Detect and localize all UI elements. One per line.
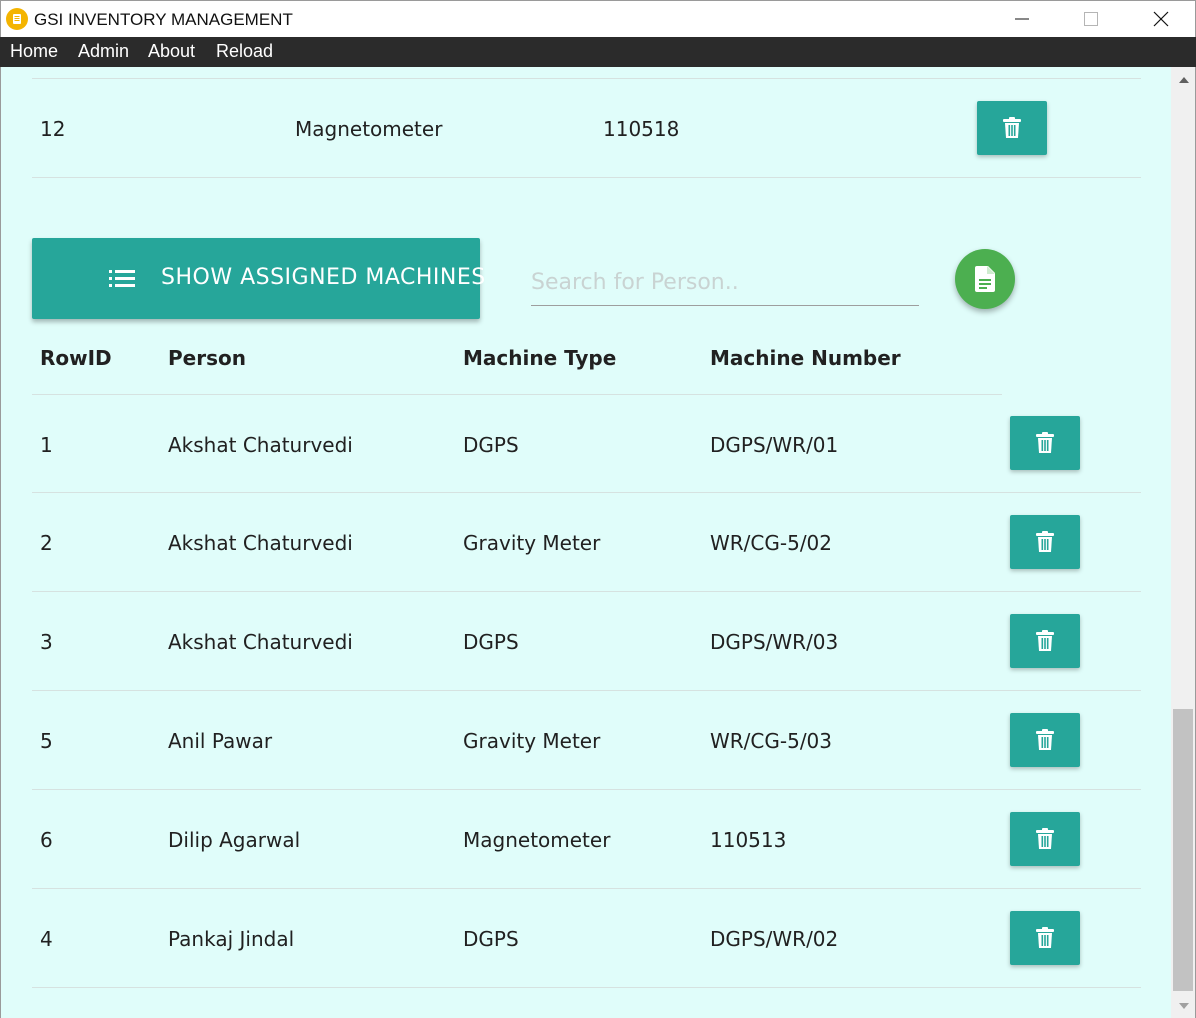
machine-row-type: Magnetometer — [295, 117, 443, 141]
close-button[interactable] — [1138, 1, 1184, 37]
row-id: 4 — [40, 927, 53, 951]
row-id: 1 — [40, 433, 53, 457]
delete-assignment-button[interactable] — [1010, 812, 1080, 866]
row-person: Akshat Chaturvedi — [168, 630, 353, 654]
close-icon — [1153, 11, 1169, 27]
divider — [32, 177, 1141, 178]
minimize-icon — [1015, 18, 1029, 20]
vertical-scrollbar[interactable] — [1171, 67, 1196, 1018]
row-machine-type: Gravity Meter — [463, 531, 601, 555]
window-title: GSI INVENTORY MANAGEMENT — [34, 10, 293, 29]
divider — [32, 492, 1141, 493]
minimize-button[interactable] — [999, 1, 1045, 37]
scroll-thumb[interactable] — [1173, 709, 1193, 991]
divider — [32, 690, 1141, 691]
row-person: Dilip Agarwal — [168, 828, 301, 852]
divider — [32, 591, 1141, 592]
report-button[interactable] — [955, 249, 1015, 309]
divider — [32, 789, 1141, 790]
trash-icon — [1036, 630, 1054, 651]
show-assigned-machines-label: SHOW ASSIGNED MACHINES — [161, 265, 486, 290]
menu-item-admin[interactable]: Admin — [78, 41, 129, 62]
column-header-machine-type: Machine Type — [463, 346, 617, 370]
delete-assignment-button[interactable] — [1010, 614, 1080, 668]
row-person: Akshat Chaturvedi — [168, 433, 353, 457]
row-machine-number: DGPS/WR/01 — [710, 433, 839, 457]
show-assigned-machines-button[interactable]: SHOW ASSIGNED MACHINES — [32, 238, 485, 319]
delete-assignment-button[interactable] — [1010, 713, 1080, 767]
divider — [32, 987, 1141, 988]
column-header-person: Person — [168, 346, 246, 370]
row-machine-type: Gravity Meter — [463, 729, 601, 753]
trash-icon — [1036, 531, 1054, 552]
scroll-up-button[interactable] — [1171, 67, 1196, 92]
row-id: 3 — [40, 630, 53, 654]
menu-bar: Home Admin About Reload — [0, 37, 1196, 67]
delete-assignment-button[interactable] — [1010, 416, 1080, 470]
row-id: 2 — [40, 531, 53, 555]
list-icon — [109, 270, 135, 287]
row-id: 6 — [40, 828, 53, 852]
row-machine-number: WR/CG-5/03 — [710, 729, 833, 753]
row-person: Pankaj Jindal — [168, 927, 295, 951]
row-machine-type: DGPS — [463, 927, 519, 951]
row-id: 5 — [40, 729, 53, 753]
divider — [32, 888, 1141, 889]
row-person: Akshat Chaturvedi — [168, 531, 353, 555]
delete-machine-button[interactable] — [977, 101, 1047, 155]
chevron-up-icon — [1178, 76, 1189, 83]
column-header-rowid: RowID — [40, 346, 112, 370]
chevron-down-icon — [1178, 1002, 1189, 1009]
column-header-machine-number: Machine Number — [710, 346, 901, 370]
delete-assignment-button[interactable] — [1010, 911, 1080, 965]
divider — [32, 78, 1141, 79]
row-machine-number: 110513 — [710, 828, 787, 852]
trash-icon — [1036, 729, 1054, 750]
menu-item-home[interactable]: Home — [10, 41, 58, 62]
row-machine-type: DGPS — [463, 433, 519, 457]
row-machine-number: DGPS/WR/02 — [710, 927, 839, 951]
app-icon — [6, 8, 28, 30]
search-person-input[interactable] — [531, 260, 919, 306]
trash-icon — [1003, 117, 1021, 138]
menu-item-reload[interactable]: Reload — [216, 41, 273, 62]
main-content: 12 Magnetometer 110518 SHOW ASSIGNED MAC… — [0, 67, 1171, 1018]
row-person: Anil Pawar — [168, 729, 273, 753]
machine-row-number: 110518 — [603, 117, 680, 141]
row-machine-type: Magnetometer — [463, 828, 611, 852]
scroll-down-button[interactable] — [1171, 993, 1196, 1018]
menu-item-about[interactable]: About — [148, 41, 195, 62]
trash-icon — [1036, 828, 1054, 849]
delete-assignment-button[interactable] — [1010, 515, 1080, 569]
maximize-icon — [1084, 12, 1098, 26]
document-icon — [975, 266, 995, 292]
trash-icon — [1036, 927, 1054, 948]
maximize-button[interactable] — [1068, 1, 1114, 37]
machine-row-id: 12 — [40, 117, 66, 141]
row-machine-type: DGPS — [463, 630, 519, 654]
divider — [32, 394, 1002, 395]
row-machine-number: DGPS/WR/03 — [710, 630, 839, 654]
title-bar: GSI INVENTORY MANAGEMENT — [0, 0, 1196, 37]
row-machine-number: WR/CG-5/02 — [710, 531, 833, 555]
trash-icon — [1036, 432, 1054, 453]
